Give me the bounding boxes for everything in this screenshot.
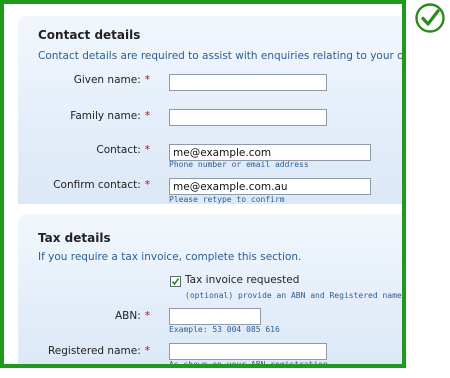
tax-invoice-checkbox[interactable] [170,276,181,287]
family-name-label: Family name: * [70,110,150,122]
contact-section-description: Contact details are required to assist w… [38,50,406,62]
registered-name-label: Registered name: * [47,345,150,357]
abn-hint: Example: 53 004 085 616 [169,325,280,334]
required-marker: * [144,74,150,86]
form-frame: Contact details Contact details are requ… [0,0,406,368]
abn-label: ABN: * [114,310,150,322]
confirm-contact-label: Confirm contact: * [53,179,150,191]
abn-input[interactable] [169,308,261,325]
registered-name-hint: As shown on your ABN registration [169,360,328,368]
tax-invoice-checkbox-label[interactable]: Tax invoice requested [185,274,299,286]
required-marker: * [144,144,150,156]
confirm-contact-hint: Please retype to confirm [169,195,285,204]
family-name-input[interactable] [169,109,327,126]
given-name-label: Given name: * [73,74,150,86]
tax-section-title: Tax details [38,231,111,245]
contact-details-section: Contact details Contact details are requ… [18,16,402,204]
green-checkmark-icon [415,3,445,33]
tax-section-description: If you require a tax invoice, complete t… [38,251,302,263]
required-marker: * [144,345,150,357]
required-marker: * [144,310,150,322]
required-marker: * [144,179,150,191]
contact-input[interactable] [169,144,371,161]
confirm-contact-input[interactable] [169,178,371,195]
given-name-input[interactable] [169,74,327,91]
contact-label: Contact: * [96,144,150,156]
registered-name-input[interactable] [169,343,327,360]
required-marker: * [144,110,150,122]
tax-details-section: Tax details If you require a tax invoice… [18,214,402,368]
contact-hint: Phone number or email address [169,160,309,169]
tax-invoice-hint: (optional) provide an ABN and Registered… [185,291,402,300]
checkbox-check-icon [171,278,180,286]
contact-section-title: Contact details [38,28,141,42]
